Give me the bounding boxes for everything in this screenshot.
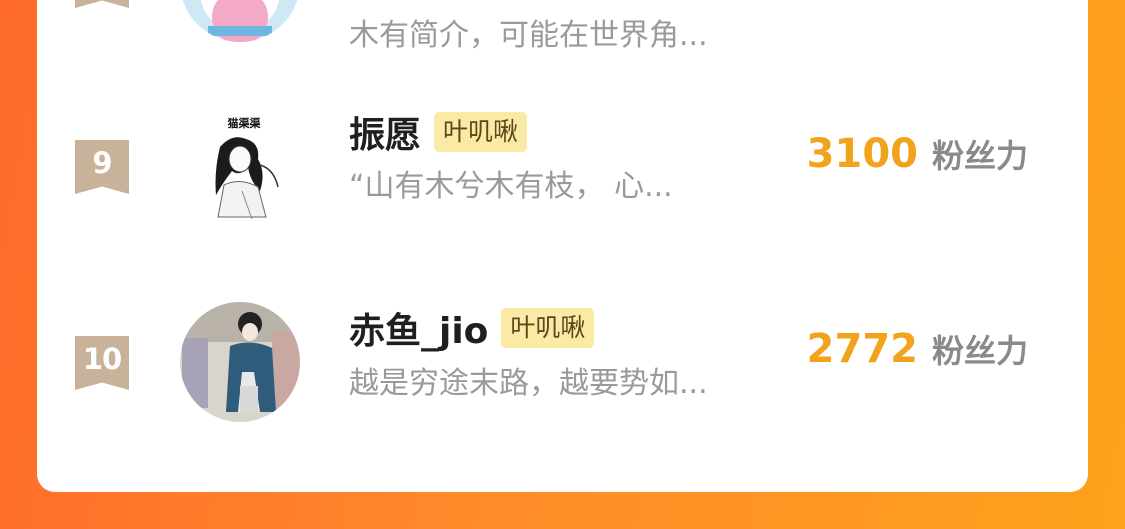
user-bio: 越是穷途末路，越要势如... (349, 366, 708, 401)
avatar[interactable]: 猫渠渠 (180, 107, 300, 227)
fan-power-score: 3100 粉丝力 (807, 131, 1028, 177)
user-tag: 叶叽啾 (434, 112, 528, 152)
user-tag: 叶叽啾 (501, 308, 595, 348)
leaderboard-row[interactable]: 9 猫渠渠 振愿 叶叽啾 “山有木兮木有枝， 心... 3100 粉丝力 (37, 97, 1088, 227)
score-value: 2772 (806, 326, 918, 372)
user-name-line: 振愿 叶叽啾 (349, 106, 528, 158)
rank-badge: 10 (75, 336, 129, 390)
rank-badge (75, 0, 129, 8)
fan-power-score: 2772 粉丝力 (807, 326, 1028, 372)
avatar-header-text: 猫渠渠 (228, 116, 262, 130)
score-unit: 粉丝力 (931, 332, 1028, 370)
rank-badge: 9 (75, 140, 129, 194)
score-value: 3100 (806, 131, 918, 177)
user-bio: 木有简介，可能在世界角... (349, 18, 708, 53)
score-unit: 粉丝力 (931, 137, 1028, 175)
user-name[interactable]: 振愿 (349, 106, 421, 158)
user-name-line: 赤鱼_jio 叶叽啾 (349, 302, 595, 354)
user-name[interactable]: 赤鱼_jio (349, 302, 488, 354)
leaderboard-row-partial[interactable]: 木有简介，可能在世界角... (37, 0, 1088, 85)
avatar[interactable] (180, 302, 300, 422)
leaderboard-card: 木有简介，可能在世界角... 9 猫渠渠 振愿 叶叽啾 “山有木兮木有枝， 心.… (37, 0, 1088, 492)
leaderboard-row[interactable]: 10 赤鱼_jio 叶叽啾 越是穷途末路，越要势如... 2772 粉丝力 (37, 290, 1088, 422)
user-bio: “山有木兮木有枝， 心... (349, 169, 673, 204)
avatar[interactable] (180, 0, 300, 42)
